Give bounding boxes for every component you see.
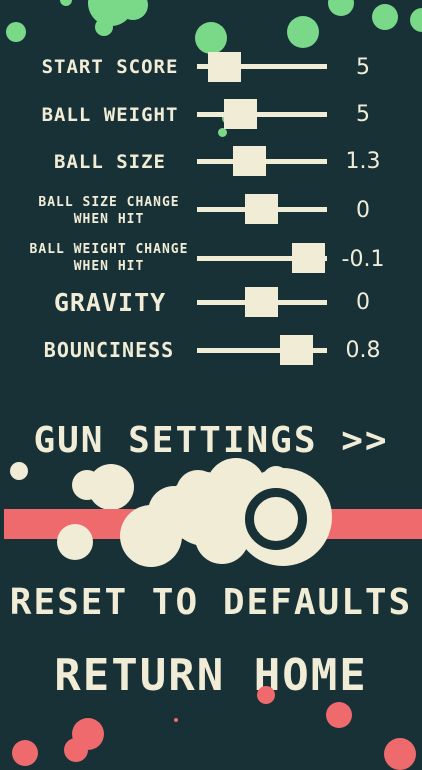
decor-dot [195, 22, 227, 54]
start-score-slider-handle[interactable] [208, 52, 241, 82]
ball-weight-change-slider-handle[interactable] [292, 243, 325, 273]
decor-dot [287, 16, 319, 48]
ball-size-change-value: 0 [356, 198, 370, 223]
decor-dot [328, 0, 354, 16]
gravity-slider-handle[interactable] [245, 287, 278, 317]
gun-cannon-ring [245, 488, 307, 550]
gun-settings-button[interactable]: GUN SETTINGS >> [0, 420, 422, 461]
reset-to-defaults-button[interactable]: RESET TO DEFAULTS [0, 582, 422, 623]
gravity-label: GRAVITY [53, 288, 167, 317]
ball-size-change-slider-handle[interactable] [245, 194, 278, 224]
decor-bubble [176, 470, 220, 514]
bounciness-slider-handle[interactable] [280, 335, 313, 365]
ball-size-slider-handle[interactable] [233, 146, 266, 176]
decor-dot [6, 22, 26, 42]
decor-dot [174, 718, 178, 722]
decor-dot [12, 740, 38, 766]
decor-dot [60, 0, 72, 6]
ball-weight-slider-handle[interactable] [224, 99, 257, 129]
ball-weight-change-label: BALL WEIGHT CHANGE WHEN HIT [29, 242, 189, 274]
ball-weight-value: 5 [356, 102, 370, 127]
bounciness-value: 0.8 [345, 338, 381, 363]
ball-size-label: BALL SIZE [54, 151, 166, 173]
ball-size-value: 1.3 [345, 149, 381, 174]
ball-size-change-label: BALL SIZE CHANGE WHEN HIT [38, 195, 180, 227]
decor-dot [218, 128, 227, 137]
ball-weight-slider-track[interactable] [197, 112, 327, 117]
decor-dot [64, 738, 88, 762]
decor-bubble [57, 524, 93, 560]
start-score-value: 5 [356, 55, 370, 80]
gravity-value: 0 [356, 290, 370, 315]
ball-weight-label: BALL WEIGHT [41, 104, 179, 126]
decor-dot [95, 18, 113, 36]
return-home-button[interactable]: RETURN HOME [0, 650, 422, 701]
decor-dot [257, 686, 275, 704]
start-score-label: START SCORE [41, 56, 179, 78]
decor-bubble [88, 464, 134, 510]
decor-dot [326, 702, 352, 728]
bounciness-label: BOUNCINESS [43, 338, 175, 362]
decor-bubble [10, 462, 28, 480]
ball-weight-change-value: -0.1 [341, 247, 385, 272]
decor-dot [384, 738, 416, 770]
decor-dot [410, 8, 422, 32]
decor-dot [372, 4, 398, 30]
